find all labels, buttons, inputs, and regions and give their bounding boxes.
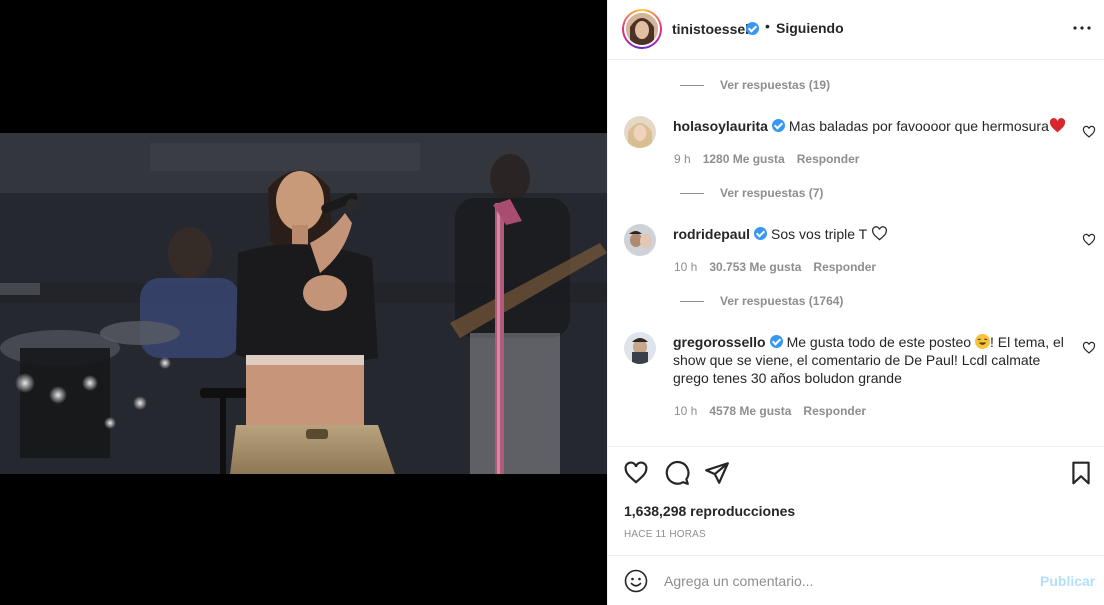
verified-icon <box>746 22 759 35</box>
post-side-panel: tinistoessel • Siguiendo Ver respuestas … <box>607 0 1104 605</box>
comments-list[interactable]: Ver respuestas (19) holasoylaurita Mas ba… <box>608 61 1104 445</box>
replies-line <box>680 85 704 87</box>
comment-text: Me gusta todo de este posteo <box>786 334 972 350</box>
emoji-icon[interactable] <box>624 569 648 593</box>
following-button[interactable]: Siguiendo <box>776 20 844 36</box>
comment-avatar[interactable] <box>624 224 656 256</box>
view-replies-label: Ver respuestas (7) <box>720 186 824 200</box>
comment-time[interactable]: 9 h <box>674 152 691 166</box>
red-heart-emoji-icon <box>1049 118 1065 133</box>
reply-button[interactable]: Responder <box>813 260 876 274</box>
post-time-ago[interactable]: HACE 11 HORAS <box>624 529 706 540</box>
comment-input[interactable] <box>664 571 1024 591</box>
separator-dot: • <box>765 18 770 34</box>
views-count: 1,638,298 reproducciones <box>624 503 796 519</box>
comment-avatar[interactable] <box>624 116 656 148</box>
author-username[interactable]: tinistoessel <box>672 21 749 37</box>
comment-username[interactable]: gregorossello <box>673 334 766 350</box>
replies-line <box>680 193 704 195</box>
verified-icon <box>769 335 783 348</box>
comment-text-block: gregorossello Me gusta todo de este poste… <box>673 333 1073 387</box>
post-header: tinistoessel • Siguiendo <box>608 0 1104 60</box>
view-replies-label: Ver respuestas (19) <box>720 78 831 92</box>
comment-like-icon[interactable] <box>1082 125 1096 139</box>
comment-meta: 10 h 30.753 Me gusta Responder <box>674 260 888 274</box>
comment-icon[interactable] <box>664 460 690 486</box>
comment-likes[interactable]: 4578 Me gusta <box>709 404 791 418</box>
comment-meta: 10 h 4578 Me gusta Responder <box>674 404 878 418</box>
comment-avatar[interactable] <box>624 332 656 364</box>
comment-like-icon[interactable] <box>1082 233 1096 247</box>
comment-composer: Publicar <box>608 557 1104 605</box>
post-media[interactable] <box>0 0 607 605</box>
comment-text-block: rodridepaul Sos vos triple T <box>673 225 1073 243</box>
replies-line <box>680 301 704 303</box>
comment-time[interactable]: 10 h <box>674 260 697 274</box>
post-actions: 1,638,298 reproducciones HACE 11 HORAS <box>608 446 1104 556</box>
comment-username[interactable]: holasoylaurita <box>673 118 768 134</box>
comment-text-block: holasoylaurita Mas baladas por favoooor q… <box>673 117 1073 135</box>
comment-meta: 9 h 1280 Me gusta Responder <box>674 152 871 166</box>
more-options-icon[interactable] <box>1070 16 1094 40</box>
reply-button[interactable]: Responder <box>797 152 860 166</box>
comment-likes[interactable]: 1280 Me gusta <box>703 152 785 166</box>
heart-icon[interactable] <box>623 460 649 486</box>
comment-time[interactable]: 10 h <box>674 404 697 418</box>
reply-button[interactable]: Responder <box>803 404 866 418</box>
view-replies-button[interactable]: Ver respuestas (7) <box>680 186 823 200</box>
publish-button[interactable]: Publicar <box>1040 573 1095 589</box>
verified-icon <box>754 227 768 240</box>
post-video[interactable] <box>0 133 607 474</box>
comment-text: Sos vos triple T <box>771 226 867 242</box>
concert-image <box>0 133 607 474</box>
view-replies-label: Ver respuestas (1764) <box>720 294 844 308</box>
comment-text: Mas baladas por favoooor que hermosura <box>788 118 1049 134</box>
view-replies-button[interactable]: Ver respuestas (19) <box>680 78 830 92</box>
verified-icon <box>771 119 785 132</box>
view-replies-button[interactable]: Ver respuestas (1764) <box>680 294 843 308</box>
white-heart-emoji-icon <box>871 226 887 241</box>
comment-likes[interactable]: 30.753 Me gusta <box>709 260 801 274</box>
share-icon[interactable] <box>704 460 730 486</box>
comment-like-icon[interactable] <box>1082 341 1096 355</box>
bookmark-icon[interactable] <box>1068 460 1094 486</box>
comment-username[interactable]: rodridepaul <box>673 226 750 242</box>
laughing-face-emoji-icon <box>974 334 990 349</box>
author-avatar[interactable] <box>622 9 662 49</box>
